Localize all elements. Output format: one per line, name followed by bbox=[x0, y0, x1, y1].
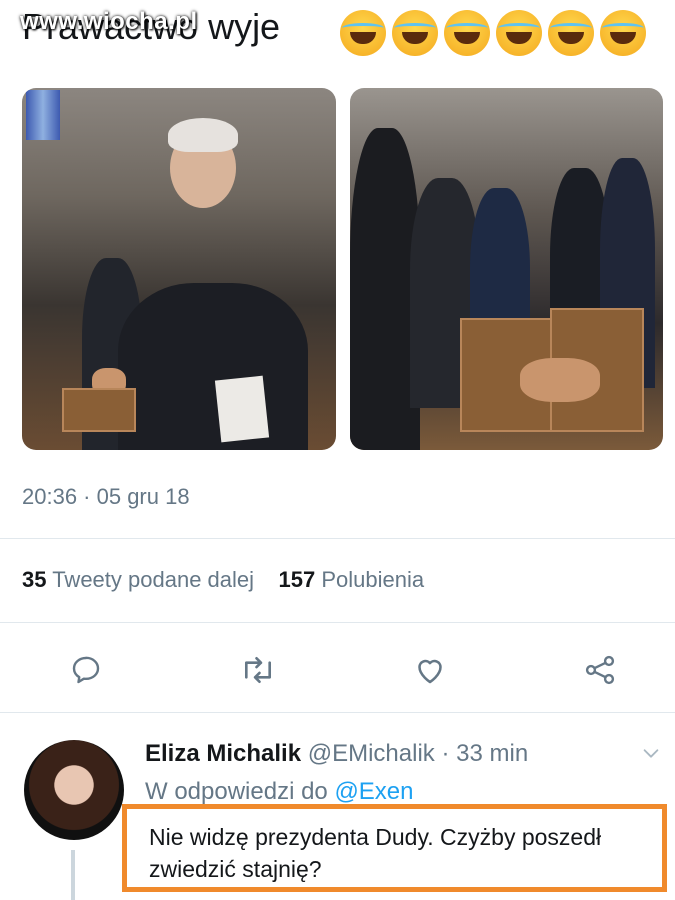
watermark: www.wiocha.pl bbox=[20, 8, 198, 35]
chevron-down-icon[interactable] bbox=[640, 742, 662, 769]
reply-time[interactable]: · 33 min bbox=[441, 740, 528, 767]
divider bbox=[0, 622, 675, 623]
reaching-hand bbox=[520, 358, 600, 402]
tweet-actions bbox=[0, 650, 675, 690]
wooden-chair bbox=[62, 388, 136, 432]
reply-icon[interactable] bbox=[66, 650, 106, 690]
tweet-stats: 35 Tweety podane dalej 157 Polubienia bbox=[22, 567, 424, 593]
stained-glass-window bbox=[26, 90, 60, 140]
reply-to-prefix: W odpowiedzi do bbox=[145, 778, 328, 805]
reply-context: W odpowiedzi do @Exen bbox=[145, 778, 414, 806]
likes-label[interactable]: Polubienia bbox=[321, 567, 424, 592]
retweet-icon[interactable] bbox=[238, 650, 278, 690]
tweet-photo-left[interactable] bbox=[22, 88, 336, 450]
reply-tweet[interactable]: Eliza Michalik @EMichalik · 33 min W odp… bbox=[0, 718, 675, 900]
avatar[interactable] bbox=[24, 740, 124, 840]
divider bbox=[0, 712, 675, 713]
divider bbox=[0, 538, 675, 539]
laughing-emoji-icon bbox=[496, 10, 542, 56]
likes-count[interactable]: 157 bbox=[278, 567, 315, 592]
laughing-emoji-icon bbox=[600, 10, 646, 56]
reply-to-mention[interactable]: @Exen bbox=[334, 778, 413, 805]
reply-header: Eliza Michalik @EMichalik · 33 min bbox=[145, 740, 528, 768]
heart-icon[interactable] bbox=[410, 650, 450, 690]
highlight-box: Nie widzę prezydenta Dudy. Czyżby poszed… bbox=[122, 804, 667, 892]
laughing-emoji-icon bbox=[444, 10, 490, 56]
man-in-suit bbox=[118, 283, 308, 450]
laughing-emoji-icon bbox=[340, 10, 386, 56]
reply-text: Nie widzę prezydenta Dudy. Czyżby poszed… bbox=[149, 824, 602, 882]
reply-author-name[interactable]: Eliza Michalik bbox=[145, 740, 301, 767]
laughing-emoji-icon bbox=[548, 10, 594, 56]
share-icon[interactable] bbox=[580, 650, 620, 690]
tweet-photo-right[interactable] bbox=[350, 88, 663, 450]
program-papers bbox=[214, 375, 270, 443]
laughing-emoji-icon bbox=[392, 10, 438, 56]
thread-line bbox=[71, 850, 75, 900]
emoji-row bbox=[340, 10, 646, 56]
retweets-label[interactable]: Tweety podane dalej bbox=[52, 567, 254, 592]
retweets-count[interactable]: 35 bbox=[22, 567, 46, 592]
tweet-timestamp[interactable]: 20:36 · 05 gru 18 bbox=[22, 484, 190, 510]
reply-author-handle[interactable]: @EMichalik bbox=[308, 740, 435, 767]
man-hair bbox=[168, 118, 238, 152]
